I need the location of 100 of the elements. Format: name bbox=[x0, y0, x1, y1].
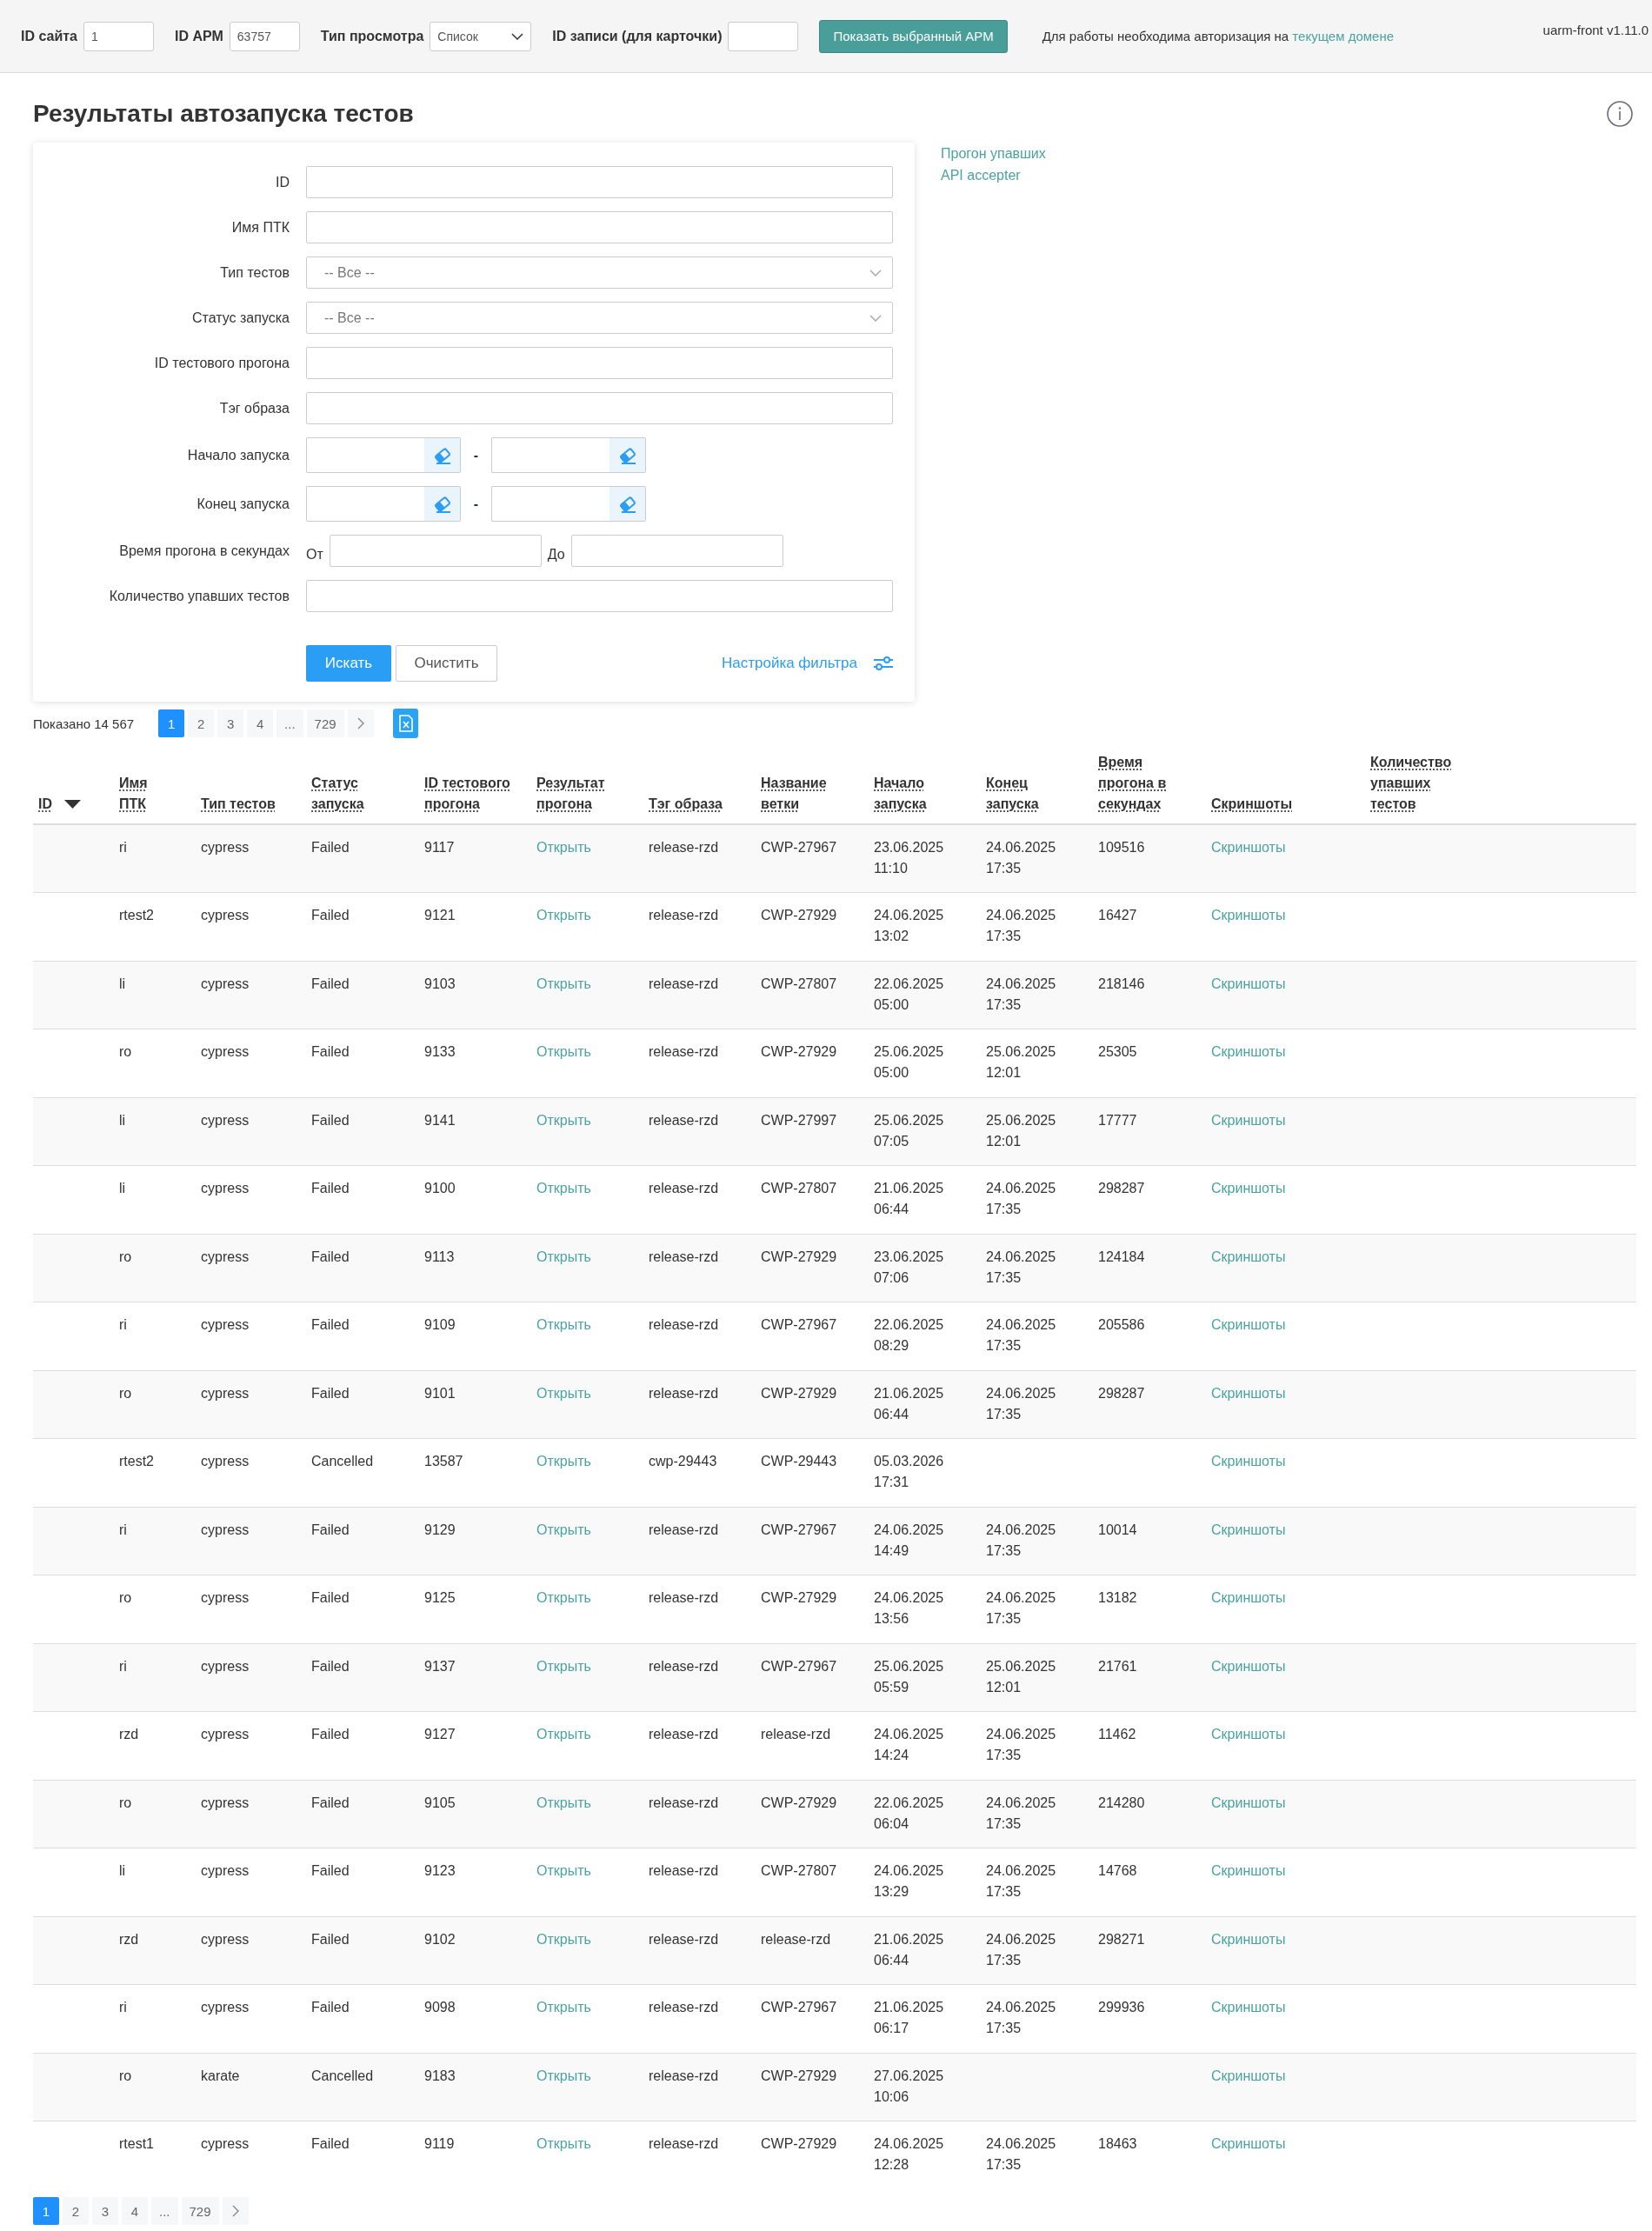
sliders-icon[interactable] bbox=[874, 656, 893, 670]
result-link[interactable]: Открыть bbox=[536, 1317, 591, 1332]
chevron-down-icon bbox=[869, 314, 882, 322]
table-cell: 9127 bbox=[419, 1711, 531, 1780]
input-field[interactable] bbox=[570, 535, 783, 567]
result-link[interactable]: Открыть bbox=[536, 1249, 591, 1264]
clear-button[interactable]: Очистить bbox=[396, 645, 497, 682]
column-header[interactable]: Результат прогона bbox=[536, 773, 632, 815]
screenshots-link[interactable]: Скриншоты bbox=[1211, 1931, 1286, 1947]
side-link[interactable]: Прогон упавших bbox=[941, 143, 1046, 164]
result-link[interactable]: Открыть bbox=[536, 1385, 591, 1401]
column-header[interactable]: Статус запуска bbox=[311, 773, 398, 815]
table-cell: 9121 bbox=[419, 892, 531, 961]
screenshots-link[interactable]: Скриншоты bbox=[1211, 1317, 1286, 1332]
column-header[interactable]: Конец запуска bbox=[986, 773, 1073, 815]
side-link[interactable]: API accepter bbox=[941, 164, 1046, 186]
screenshots-link[interactable]: Скриншоты bbox=[1211, 1112, 1286, 1128]
screenshots-link[interactable]: Скриншоты bbox=[1211, 1522, 1286, 1537]
result-link[interactable]: Открыть bbox=[536, 1112, 591, 1128]
search-button[interactable]: Искать bbox=[306, 645, 391, 682]
input-field[interactable] bbox=[728, 21, 799, 51]
page-button[interactable]: 4 bbox=[122, 2197, 148, 2225]
result-link[interactable]: Открыть bbox=[536, 2068, 591, 2083]
screenshots-link[interactable]: Скриншоты bbox=[1211, 908, 1286, 922]
screenshots-link[interactable]: Скриншоты bbox=[1211, 1181, 1286, 1195]
auth-notice: Для работы необходима авторизация на текущем домене bbox=[1042, 29, 1394, 43]
result-link[interactable]: Открыть bbox=[536, 1590, 591, 1605]
screenshots-link[interactable]: Скриншоты bbox=[1211, 2000, 1286, 2015]
result-link[interactable]: Открыть bbox=[536, 2000, 591, 2015]
page-button[interactable]: ... bbox=[276, 709, 303, 737]
show-button[interactable]: Показать выбранный АРМ bbox=[819, 19, 1008, 53]
next-page-button[interactable] bbox=[347, 709, 374, 737]
screenshots-link[interactable]: Скриншоты bbox=[1211, 1727, 1286, 1742]
screenshots-link[interactable]: Скриншоты bbox=[1211, 840, 1286, 855]
result-link[interactable]: Открыть bbox=[536, 1454, 591, 1468]
page-button[interactable]: 2 bbox=[63, 2197, 89, 2225]
page-button[interactable]: 729 bbox=[181, 2197, 219, 2225]
caret-down-icon[interactable] bbox=[64, 800, 81, 809]
column-header[interactable]: ID bbox=[38, 794, 52, 815]
screenshots-link[interactable]: Скриншоты bbox=[1211, 1863, 1286, 1878]
column-header[interactable]: Тэг образа bbox=[649, 794, 723, 815]
page-button[interactable]: 3 bbox=[92, 2197, 118, 2225]
table-cell: Failed bbox=[306, 961, 419, 1029]
result-link[interactable]: Открыть bbox=[536, 976, 591, 991]
result-link[interactable]: Открыть bbox=[536, 1181, 591, 1195]
input-field[interactable] bbox=[329, 535, 542, 567]
screenshots-link[interactable]: Скриншоты bbox=[1211, 1385, 1286, 1401]
table-cell: 24.06.2025 17:35 bbox=[981, 824, 1093, 893]
column-header[interactable]: Время прогона в секундах bbox=[1098, 752, 1176, 815]
screenshots-link[interactable]: Скриншоты bbox=[1211, 976, 1286, 991]
page-button[interactable]: 729 bbox=[306, 709, 344, 737]
next-page-button[interactable] bbox=[222, 2197, 249, 2225]
result-link[interactable]: Открыть bbox=[536, 840, 591, 855]
page-button[interactable]: 1 bbox=[33, 2197, 59, 2225]
input-field[interactable]: 1 bbox=[83, 21, 154, 51]
select-field[interactable]: -- Все -- bbox=[306, 302, 893, 334]
column-header[interactable]: Тип тестов bbox=[201, 794, 276, 815]
result-link[interactable]: Открыть bbox=[536, 2136, 591, 2151]
table-cell: release-rzd bbox=[643, 1302, 756, 1370]
result-link[interactable]: Открыть bbox=[536, 908, 591, 922]
table-cell: release-rzd bbox=[643, 961, 756, 1029]
info-icon[interactable] bbox=[1607, 101, 1633, 127]
filter-settings-link[interactable]: Настройка фильтра bbox=[721, 655, 857, 672]
input-field[interactable] bbox=[306, 211, 893, 243]
column-header[interactable]: Начало запуска bbox=[874, 773, 961, 815]
page-button[interactable]: 4 bbox=[247, 709, 274, 737]
page-button[interactable]: 3 bbox=[217, 709, 244, 737]
result-link[interactable]: Открыть bbox=[536, 1044, 591, 1059]
screenshots-link[interactable]: Скриншоты bbox=[1211, 1590, 1286, 1605]
column-header[interactable]: Название ветки bbox=[761, 773, 848, 815]
screenshots-link[interactable]: Скриншоты bbox=[1211, 1249, 1286, 1264]
input-field[interactable] bbox=[306, 347, 893, 379]
result-link[interactable]: Открыть bbox=[536, 1727, 591, 1742]
input-field[interactable] bbox=[306, 580, 893, 612]
column-header[interactable]: Имя ПТК bbox=[119, 773, 163, 815]
field-label: Начало запуска bbox=[186, 447, 290, 463]
screenshots-link[interactable]: Скриншоты bbox=[1211, 2068, 1286, 2083]
page-button[interactable]: ... bbox=[151, 2197, 178, 2225]
screenshots-link[interactable]: Скриншоты bbox=[1211, 1658, 1286, 1674]
domain-link[interactable]: текущем домене bbox=[1292, 29, 1394, 43]
screenshots-link[interactable]: Скриншоты bbox=[1211, 1044, 1286, 1059]
screenshots-link[interactable]: Скриншоты bbox=[1211, 1454, 1286, 1468]
input-field[interactable]: 63757 bbox=[229, 21, 300, 51]
result-link[interactable]: Открыть bbox=[536, 1658, 591, 1674]
page-button[interactable]: 2 bbox=[188, 709, 215, 737]
column-header[interactable]: ID тестового прогона bbox=[424, 773, 526, 815]
input-field[interactable] bbox=[306, 166, 893, 198]
select-field[interactable]: -- Все -- bbox=[306, 256, 893, 289]
export-button[interactable] bbox=[392, 709, 418, 738]
column-header[interactable]: Скриншоты bbox=[1211, 794, 1293, 815]
screenshots-link[interactable]: Скриншоты bbox=[1211, 1795, 1286, 1810]
column-header[interactable]: Количество упавших тестов bbox=[1370, 752, 1457, 815]
result-link[interactable]: Открыть bbox=[536, 1795, 591, 1810]
result-link[interactable]: Открыть bbox=[536, 1863, 591, 1878]
result-link[interactable]: Открыть bbox=[536, 1522, 591, 1537]
view-select[interactable]: Список bbox=[430, 21, 532, 51]
result-link[interactable]: Открыть bbox=[536, 1931, 591, 1947]
screenshots-link[interactable]: Скриншоты bbox=[1211, 2136, 1286, 2151]
input-field[interactable] bbox=[306, 392, 893, 424]
page-button[interactable]: 1 bbox=[158, 709, 185, 737]
